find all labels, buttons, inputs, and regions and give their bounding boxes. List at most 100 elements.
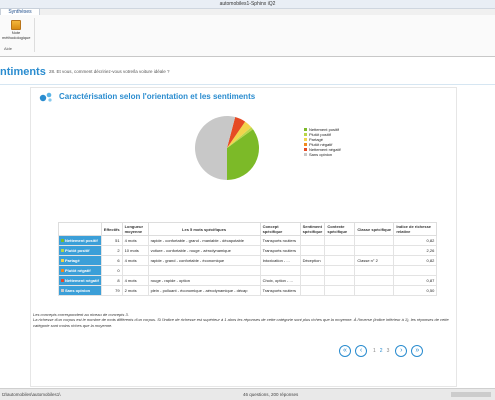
cell-mots: rouge - rapide - option	[147, 275, 261, 286]
table-row: Plutôt négatif 0	[58, 265, 438, 276]
table-header-row: Effectifs Longueur moyenne Les 5 mots sp…	[58, 222, 438, 236]
pie-chart	[195, 116, 259, 180]
pager: « ‹ 1 2 3 › »	[339, 344, 427, 358]
table-row: Sans opinion 79 2 mots plein - polluant - é…	[58, 285, 438, 296]
cell-lon: 4 mots	[121, 235, 149, 246]
row-color-swatch	[61, 239, 64, 242]
table-row: Plutôt positif 2 10 mots voiture - conforta…	[58, 245, 438, 256]
legend-label: Sans opinion	[309, 152, 333, 157]
legend-swatch	[304, 143, 307, 146]
header-classe: Classe spécifique	[354, 222, 395, 236]
cell-con: Choix, option - ...	[259, 275, 301, 286]
ribbon-group-label: Aide	[4, 46, 13, 51]
cell-ctx	[324, 275, 356, 286]
cell-ctx	[324, 235, 356, 246]
cell-ctx	[324, 255, 356, 266]
cell-ctx	[324, 265, 356, 276]
cell-sen	[299, 285, 326, 296]
row-color-swatch	[61, 249, 64, 252]
row-label: Sans opinion	[58, 285, 102, 296]
cell-cla	[354, 265, 395, 276]
note-richesse: La richesse d'un corpus est le nombre de…	[33, 317, 449, 328]
cell-ind	[393, 265, 438, 276]
cell-eff: 6	[100, 255, 123, 266]
question-text: 28. Et vous, comment décririez-vous votr…	[49, 69, 170, 74]
last-page-icon[interactable]: »	[411, 345, 424, 357]
cell-cla	[354, 285, 395, 296]
cell-mots: rapide - confortable - grand - maniable …	[147, 235, 261, 246]
row-label-text: Plutôt négatif	[65, 268, 91, 273]
document-icon	[11, 20, 21, 30]
cell-cla	[354, 245, 395, 256]
page-3[interactable]: 3	[387, 348, 390, 354]
legend-item: Sans opinion	[304, 152, 341, 157]
cell-cla: Classe n° 2	[354, 255, 395, 266]
row-color-swatch	[61, 279, 64, 282]
cell-lon: 2 mots	[121, 285, 149, 296]
report-card: Caractérisation selon l'orientation et l…	[30, 87, 457, 387]
legend-swatch	[304, 138, 307, 141]
cell-con: Transports routiers	[259, 245, 301, 256]
header-mots: Les 5 mots spécifiques	[147, 222, 261, 236]
cell-ctx	[324, 245, 356, 256]
row-label: Plutôt négatif	[58, 265, 102, 276]
row-color-swatch	[61, 289, 64, 292]
status-summary: 46 questions, 200 réponses	[243, 392, 299, 397]
page-2[interactable]: 2	[380, 348, 383, 354]
notes: Les concepts correspondent au niveau de …	[33, 312, 453, 328]
row-label: Plutôt positif	[58, 245, 102, 256]
row-label: Partagé	[58, 255, 102, 266]
cell-ind: 0,87	[393, 275, 438, 286]
ribbon: Note méthodologique Aide	[0, 15, 495, 57]
divider	[0, 84, 495, 85]
table-row: Partagé 6 4 mots rapide - grand - confortab…	[58, 255, 438, 266]
molecule-icon	[39, 92, 52, 102]
cell-ind: 0,50	[393, 285, 438, 296]
cell-eff: 8	[100, 275, 123, 286]
legend-swatch	[304, 128, 307, 131]
first-page-icon[interactable]: «	[339, 345, 351, 357]
cell-sen	[299, 275, 326, 286]
cell-mots: rapide - grand - confortable - économiqu…	[147, 255, 261, 266]
header-sentiment: Sentiment spécifique	[299, 222, 326, 236]
cell-eff: 0	[100, 265, 123, 276]
section-title: ntiments	[0, 66, 46, 78]
cell-mots: voiture - confortable - rouge - aérodyna…	[147, 245, 261, 256]
cell-mots: plein - polluant - économique - aérodyna…	[147, 285, 261, 296]
previous-page-icon[interactable]: ‹	[355, 345, 367, 357]
row-label: Nettement positif	[58, 235, 102, 246]
cell-sen: Déception	[299, 255, 326, 266]
header-contexte: Contexte spécifique	[324, 222, 356, 236]
cell-con: Transports routiers	[259, 235, 301, 246]
note-methodologique-label: Note méthodologique	[2, 30, 31, 40]
cell-lon: 10 mots	[121, 245, 149, 256]
header-effectifs: Effectifs	[100, 222, 123, 236]
cell-eff: 79	[100, 285, 123, 296]
cell-lon: 4 mots	[121, 275, 149, 286]
zoom-slider[interactable]	[451, 392, 491, 397]
cell-ind: 0,82	[393, 255, 438, 266]
cell-ctx	[324, 285, 356, 296]
header-concept: Concept spécifique	[259, 222, 301, 236]
table-row: Nettement positif 51 4 mots rapide - confor…	[58, 235, 438, 246]
window-title: automobiles1-Sphinx iQ2	[0, 0, 495, 9]
cell-lon	[121, 265, 149, 276]
legend-swatch	[304, 133, 307, 136]
next-page-icon[interactable]: ›	[395, 345, 408, 357]
cell-eff: 51	[100, 235, 123, 246]
row-label: Nettement négatif	[58, 275, 102, 286]
note-methodologique-button[interactable]: Note méthodologique	[2, 20, 30, 42]
cell-eff: 2	[100, 245, 123, 256]
row-color-swatch	[61, 269, 64, 272]
cell-con: Transports routiers	[259, 285, 301, 296]
legend-swatch	[304, 148, 307, 151]
cell-sen	[299, 265, 326, 276]
cell-cla	[354, 235, 395, 246]
cell-sen	[299, 235, 326, 246]
page-1[interactable]: 1	[373, 348, 376, 354]
header-indice: Indice de richesse relative	[393, 222, 438, 236]
row-label-text: Nettement négatif	[65, 278, 99, 283]
legend-swatch	[304, 153, 307, 156]
row-label-text: Nettement positif	[65, 238, 98, 243]
characterisation-table: Effectifs Longueur moyenne Les 5 mots sp…	[58, 222, 438, 296]
